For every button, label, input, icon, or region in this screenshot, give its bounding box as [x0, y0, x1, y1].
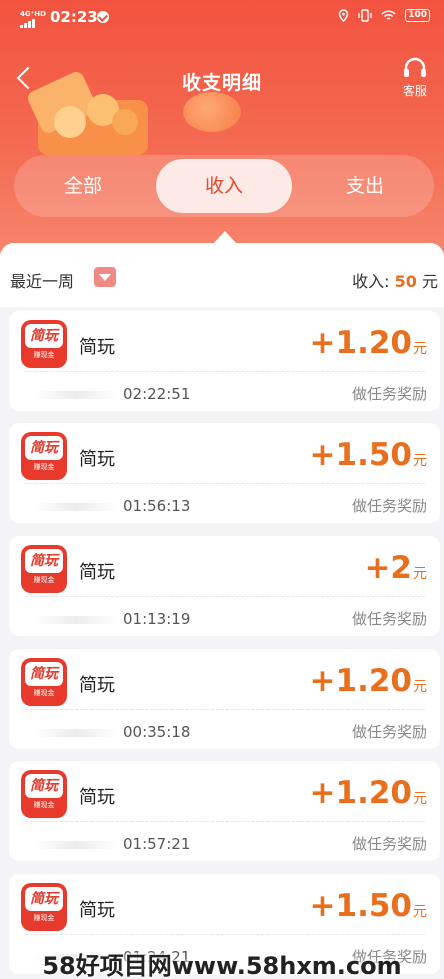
header: 4G⁺HD 02:23 100 收支明细 客服 全部 收入 支出: [0, 0, 444, 262]
blurred-date: [33, 729, 119, 737]
app-logo-subtext: 赚现金: [33, 914, 55, 922]
check-icon: [97, 11, 109, 23]
record-type: 做任务奖励: [351, 497, 427, 515]
headset-icon: [404, 57, 426, 77]
app-name: 简玩: [79, 449, 115, 470]
app-logo-icon: 简玩 赚现金: [21, 883, 67, 931]
blurred-date: [33, 616, 119, 624]
income-prefix: 收入:: [352, 272, 390, 291]
amount-value: +1.20: [309, 775, 412, 811]
filter-row: 最近一周 收入: 50 元: [0, 243, 444, 307]
amount-value: +1.50: [309, 437, 412, 473]
record-time: 02:22:51: [123, 385, 191, 403]
app-logo-text: 简玩: [25, 662, 63, 686]
blurred-date: [33, 391, 119, 399]
divider: [25, 709, 425, 710]
income-unit: 元: [421, 272, 438, 291]
app-name: 简玩: [79, 562, 115, 583]
app-logo-text: 简玩: [25, 324, 63, 348]
amount-unit: 元: [413, 453, 427, 469]
record-card[interactable]: 简玩 赚现金 简玩 +1.20元 00:35:18 做任务奖励: [9, 649, 440, 749]
amount: +1.50元: [310, 437, 427, 473]
amount: +1.20元: [310, 775, 427, 811]
app-logo-text: 简玩: [25, 549, 63, 573]
network-label: 4G⁺HD: [20, 10, 46, 18]
tab-bar: 全部 收入 支出: [14, 155, 434, 217]
amount-unit: 元: [413, 679, 427, 695]
divider: [25, 934, 425, 935]
customer-service-button[interactable]: 客服: [398, 56, 432, 99]
amount-value: +1.20: [309, 325, 412, 361]
income-summary: 收入: 50 元: [352, 268, 438, 292]
amount-value: +2: [364, 550, 412, 586]
app-logo-text: 简玩: [25, 436, 63, 460]
app-name: 简玩: [79, 900, 115, 921]
amount: +2元: [364, 550, 427, 586]
amount: +1.50元: [310, 888, 427, 924]
vibrate-icon: [358, 9, 372, 22]
amount: +1.20元: [310, 325, 427, 361]
location-icon: [338, 9, 349, 22]
record-card[interactable]: 简玩 赚现金 简玩 +2元 01:13:19 做任务奖励: [9, 536, 440, 636]
record-card[interactable]: 简玩 赚现金 简玩 +1.20元 02:22:51 做任务奖励: [9, 311, 440, 411]
app-name: 简玩: [79, 787, 115, 808]
coin-illustration: [183, 92, 241, 132]
wifi-icon: [381, 9, 396, 20]
amount-value: +1.50: [309, 888, 412, 924]
app-logo-icon: 简玩 赚现金: [21, 432, 67, 480]
record-card[interactable]: 简玩 赚现金 简玩 +1.20元 01:57:21 做任务奖励: [9, 761, 440, 861]
app-logo-text: 简玩: [25, 887, 63, 911]
record-type: 做任务奖励: [351, 385, 427, 403]
tab-income[interactable]: 收入: [156, 159, 292, 213]
amount-unit: 元: [413, 904, 427, 920]
status-time: 02:23: [50, 8, 98, 26]
record-time: 01:56:13: [123, 497, 191, 515]
service-label: 客服: [402, 84, 427, 98]
record-time: 01:57:21: [123, 835, 191, 853]
app-logo-icon: 简玩 赚现金: [21, 545, 67, 593]
amount-value: +1.20: [309, 663, 412, 699]
amount-unit: 元: [413, 341, 427, 357]
app-name: 简玩: [79, 337, 115, 358]
app-logo-subtext: 赚现金: [33, 689, 55, 697]
amount-unit: 元: [413, 791, 427, 807]
tab-all[interactable]: 全部: [14, 159, 152, 213]
page-title: 收支明细: [181, 72, 262, 94]
range-label[interactable]: 最近一周: [10, 268, 74, 292]
divider: [25, 483, 425, 484]
app-logo-icon: 简玩 赚现金: [21, 658, 67, 706]
record-time: 00:35:18: [123, 723, 191, 741]
app-logo-subtext: 赚现金: [33, 576, 55, 584]
record-type: 做任务奖励: [351, 835, 427, 853]
dropdown-icon[interactable]: [94, 267, 116, 287]
amount-unit: 元: [413, 566, 427, 582]
record-card[interactable]: 简玩 赚现金 简玩 +1.50元 01:56:13 做任务奖励: [9, 423, 440, 523]
app-logo-icon: 简玩 赚现金: [21, 770, 67, 818]
record-type: 做任务奖励: [351, 723, 427, 741]
app-logo-icon: 简玩 赚现金: [21, 320, 67, 368]
record-time: 01:13:19: [123, 610, 191, 628]
app-name: 简玩: [79, 675, 115, 696]
app-logo-subtext: 赚现金: [33, 463, 55, 471]
tab-expense[interactable]: 支出: [296, 159, 434, 213]
signal-icon: 4G⁺HD: [20, 10, 46, 28]
income-amount: 50: [394, 272, 417, 291]
app-logo-subtext: 赚现金: [33, 801, 55, 809]
amount: +1.20元: [310, 663, 427, 699]
divider: [25, 821, 425, 822]
blurred-date: [33, 503, 119, 511]
app-logo-subtext: 赚现金: [33, 351, 55, 359]
divider: [25, 371, 425, 372]
status-bar: 4G⁺HD 02:23 100: [0, 6, 444, 32]
watermark: 58好项目网www.58hxm.com: [42, 952, 402, 979]
app-logo-text: 简玩: [25, 774, 63, 798]
divider: [25, 596, 425, 597]
battery-icon: 100: [405, 9, 430, 22]
blurred-date: [33, 841, 119, 849]
tab-pointer: [214, 231, 236, 243]
record-type: 做任务奖励: [351, 610, 427, 628]
